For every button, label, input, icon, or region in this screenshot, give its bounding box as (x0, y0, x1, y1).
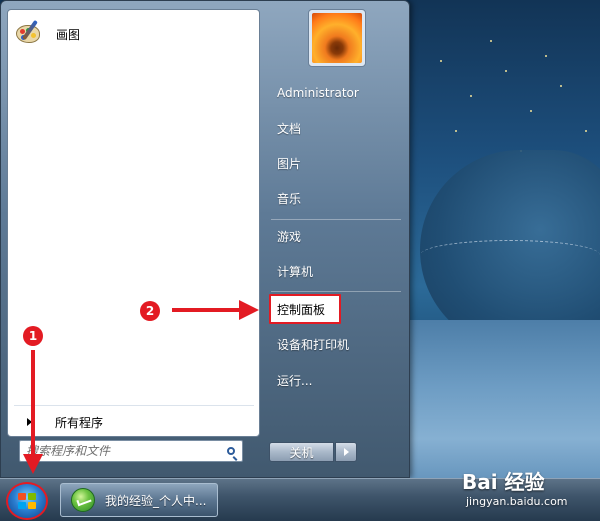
search-icon[interactable] (220, 441, 242, 461)
shutdown-label: 关机 (289, 445, 314, 460)
taskbar-window-button[interactable]: 我的经验_个人中... (60, 483, 218, 517)
start-menu-left-pane: 画图 所有程序 (7, 9, 260, 437)
ie-browser-icon (71, 488, 95, 512)
menu-item-label: 音乐 (277, 191, 302, 206)
step-number: 1 (28, 329, 38, 343)
arrow-right-icon (343, 448, 349, 456)
menu-item-label: 计算机 (277, 264, 314, 279)
menu-item-run[interactable]: 运行... (269, 368, 404, 392)
taskbar-window-label: 我的经验_个人中... (105, 493, 207, 508)
menu-item-label: 游戏 (277, 229, 302, 244)
menu-item-devices-printers[interactable]: 设备和打印机 (269, 332, 404, 356)
menu-item-label: 控制面板 (277, 302, 326, 317)
search-input[interactable] (20, 441, 220, 461)
all-programs-button[interactable]: 所有程序 (18, 412, 258, 432)
user-avatar[interactable] (308, 9, 366, 67)
program-label: 画图 (56, 27, 81, 42)
menu-item-label: 运行... (277, 373, 313, 388)
menu-item-computer[interactable]: 计算机 (269, 259, 404, 283)
start-button[interactable] (6, 482, 48, 520)
shutdown-options-button[interactable] (335, 442, 357, 462)
step-number: 2 (145, 304, 155, 318)
wallpaper-string-lights (420, 240, 600, 270)
baidu-watermark: Bai 经验 jingyan.baidu.com (462, 466, 594, 516)
arrow-right-icon (27, 418, 32, 426)
left-pane-divider (14, 405, 254, 406)
windows-logo-icon (18, 493, 36, 509)
menu-item-pictures[interactable]: 图片 (269, 151, 404, 175)
menu-item-documents[interactable]: 文档 (269, 116, 404, 140)
menu-item-label: 图片 (277, 156, 302, 171)
flower-picture-icon (312, 13, 362, 63)
menu-item-administrator[interactable]: Administrator (269, 81, 404, 105)
wallpaper-meadow (400, 320, 600, 490)
watermark-sub: jingyan.baidu.com (466, 495, 568, 508)
program-item-paint[interactable]: 画图 (12, 16, 255, 52)
menu-item-label: 文档 (277, 121, 302, 136)
step-badge-1: 1 (23, 326, 43, 346)
menu-item-label: Administrator (277, 86, 359, 100)
all-programs-label: 所有程序 (55, 415, 104, 430)
paint-palette-icon (14, 19, 44, 49)
menu-item-label: 设备和打印机 (277, 337, 350, 352)
menu-item-music[interactable]: 音乐 (269, 186, 404, 210)
start-menu: 画图 所有程序 Administrator 文档 图片 音乐 游戏 计算机 控制… (0, 0, 410, 478)
menu-item-games[interactable]: 游戏 (269, 224, 404, 248)
search-box (19, 440, 243, 462)
watermark-main: Bai 经验 (462, 470, 545, 494)
right-pane-divider (271, 291, 401, 292)
shutdown-button[interactable]: 关机 (269, 442, 334, 462)
step-badge-2: 2 (140, 301, 160, 321)
menu-item-control-panel[interactable]: 控制面板 (269, 297, 404, 321)
right-pane-divider (271, 219, 401, 220)
